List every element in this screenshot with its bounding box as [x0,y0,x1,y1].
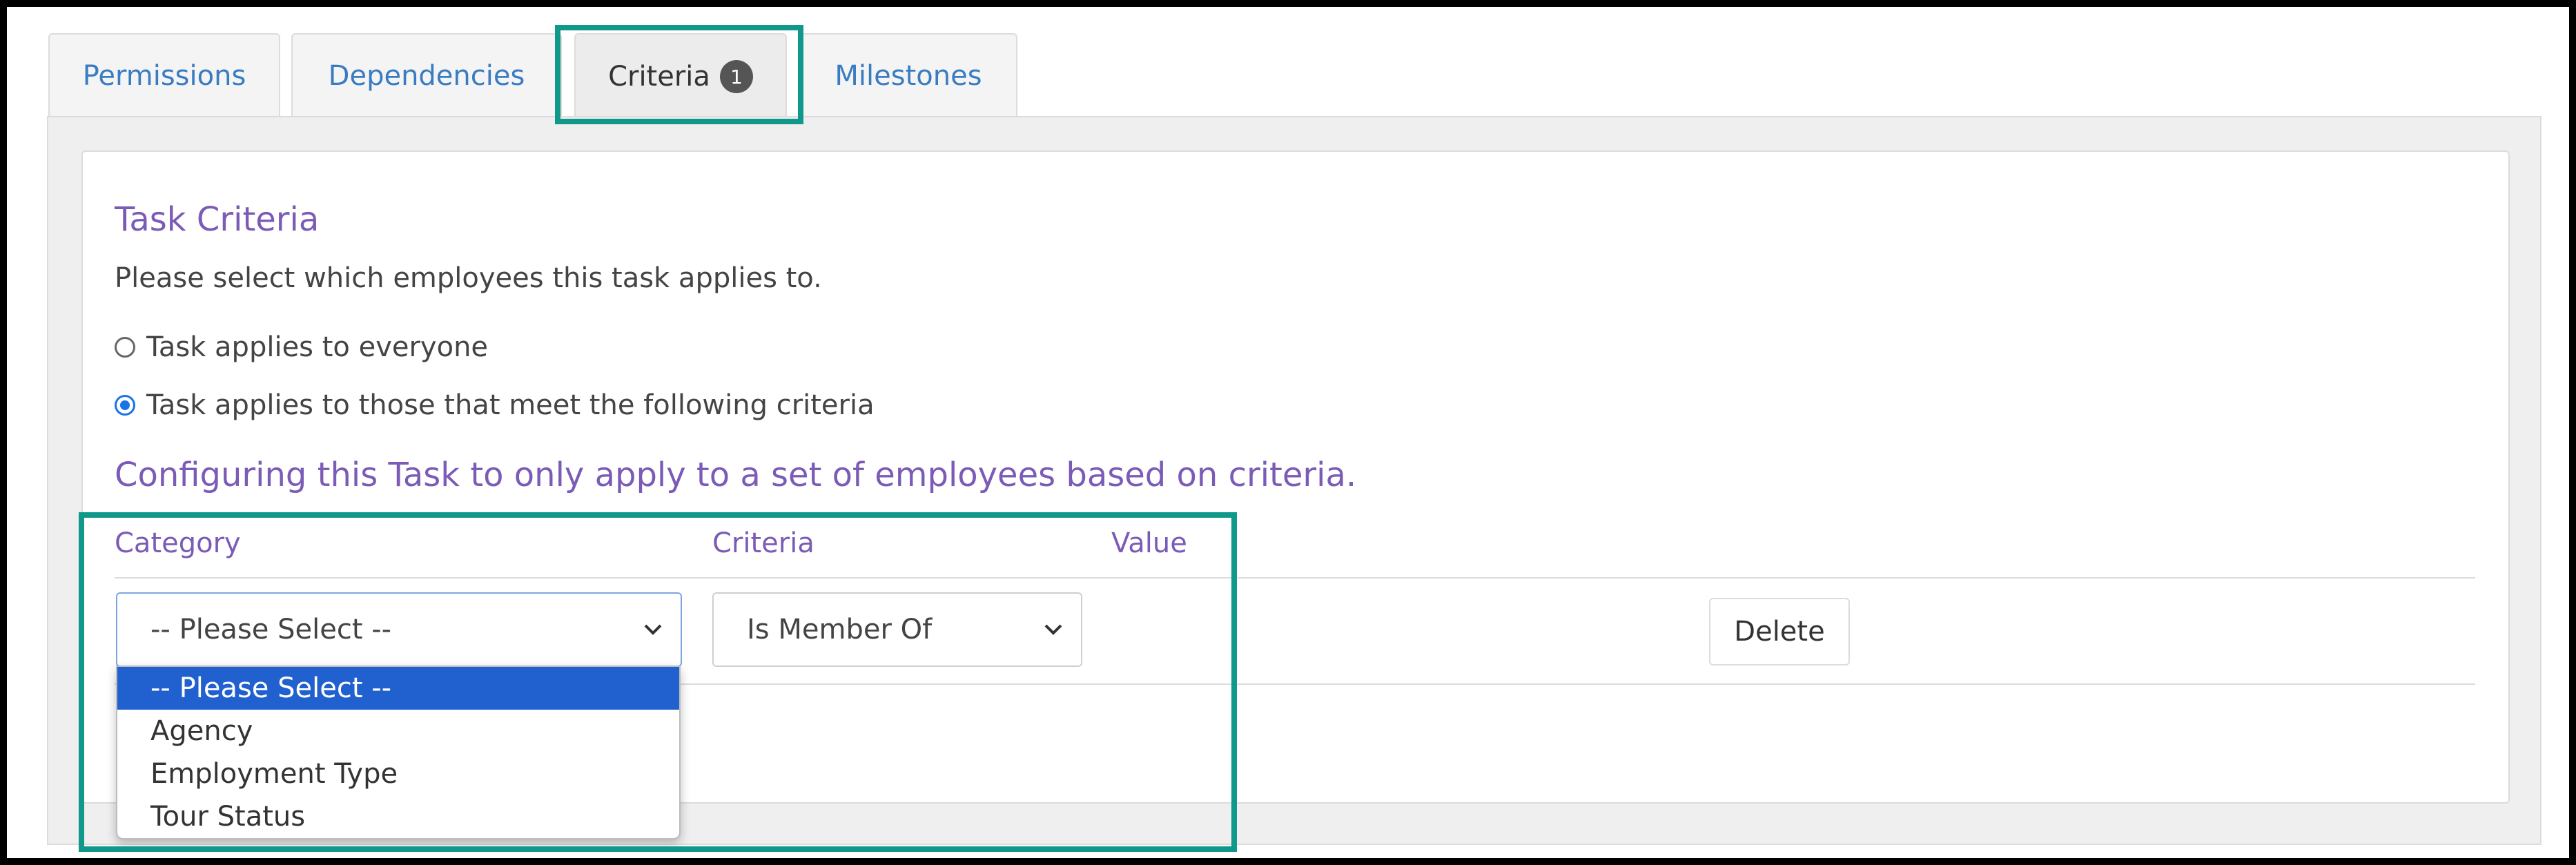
tab-dependencies-label: Dependencies [328,60,525,92]
tab-permissions[interactable]: Permissions [48,33,280,117]
column-header-value: Value [1111,527,1187,559]
tab-milestones-label: Milestones [835,60,982,92]
tab-criteria[interactable]: Criteria 1 [574,33,787,119]
tab-milestones[interactable]: Milestones [799,33,1017,117]
task-criteria-description: Please select which employees this task … [115,262,822,294]
radio-button-checked[interactable] [115,395,135,416]
chevron-down-icon [632,616,674,643]
chevron-down-icon [1033,616,1074,643]
dropdown-option-employment-type[interactable]: Employment Type [117,752,679,795]
radio-applies-criteria-label: Task applies to those that meet the foll… [146,389,875,421]
criteria-select-value: Is Member Of [747,614,933,645]
tab-dependencies[interactable]: Dependencies [291,33,562,117]
radio-button-unchecked[interactable] [115,337,135,358]
delete-button[interactable]: Delete [1709,598,1850,665]
radio-applies-everyone[interactable]: Task applies to everyone [115,331,488,363]
table-header-divider [115,577,2475,579]
category-select[interactable]: -- Please Select -- [116,592,682,667]
dropdown-option-please-select[interactable]: -- Please Select -- [117,667,679,710]
category-select-value: -- Please Select -- [150,614,392,645]
tab-criteria-count-badge: 1 [719,60,753,93]
criteria-select[interactable]: Is Member Of [712,592,1082,667]
criteria-config-heading: Configuring this Task to only apply to a… [115,456,1357,494]
tab-permissions-label: Permissions [82,60,246,92]
dropdown-option-tour-status[interactable]: Tour Status [117,795,679,838]
radio-applies-everyone-label: Task applies to everyone [146,331,489,363]
column-header-category: Category [115,527,241,559]
column-header-criteria: Criteria [712,527,814,559]
dropdown-option-agency[interactable]: Agency [117,710,679,752]
radio-applies-criteria[interactable]: Task applies to those that meet the foll… [115,389,875,421]
tab-criteria-label: Criteria [608,61,710,93]
task-criteria-title: Task Criteria [115,200,320,239]
category-dropdown-list: -- Please Select -- Agency Employment Ty… [116,665,681,839]
